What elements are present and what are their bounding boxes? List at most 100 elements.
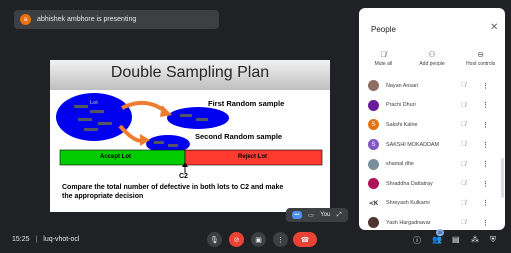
caption-line-1: Compare the total number of defective in… (62, 184, 284, 191)
more-options-icon[interactable]: ⋮ (482, 199, 489, 207)
mic-off-icon[interactable]: 🎙̸ (461, 200, 466, 207)
participant-name: shamal dhe (386, 161, 414, 168)
people-icon[interactable]: 👥 (432, 235, 442, 244)
caption-line-2: the appropriate decision (62, 193, 144, 200)
mic-off-icon[interactable]: 🎙̸ (461, 141, 466, 148)
participant-name: Prachi Dhuri (386, 102, 416, 109)
activities-icon[interactable]: ⁂ (471, 235, 479, 244)
presenter-text: abhishek ambhore is presenting (37, 16, 137, 23)
self-view-label: You (320, 212, 331, 218)
close-icon[interactable]: ✕ (490, 22, 498, 33)
present-icon: ▣ (255, 236, 262, 244)
meeting-code: luq-vhot-ocl (43, 236, 80, 243)
participant-row[interactable]: shamal dhe 🎙̸ ⋮ (359, 154, 505, 174)
lot-item (98, 122, 112, 125)
presenter-avatar: a (20, 14, 31, 25)
participant-row[interactable]: ≺K Shreyash Kulkarni 🎙̸ ⋮ (359, 194, 505, 214)
participant-name: Nayan Ansari (386, 82, 419, 89)
more-vert-icon: ⋮ (277, 236, 284, 244)
lot-label: Lot (90, 100, 98, 106)
accept-lot-label: Accept Lot (100, 154, 132, 160)
mic-off-icon[interactable]: 🎙̸ (461, 161, 466, 168)
screen-share-icon: ▭ (308, 212, 314, 219)
reject-lot-label: Reject Lot (238, 154, 268, 160)
more-options-icon[interactable]: ⋮ (482, 121, 489, 129)
host-controls-icon[interactable]: ⛨ (490, 235, 496, 245)
leave-call-button[interactable]: ☎ (293, 232, 317, 247)
second-sample-label: Second Random sample (195, 132, 283, 141)
more-options-icon[interactable]: ⋮ (482, 219, 489, 227)
people-actions: 🎙̸ Mute all ⚇ Add people ⊖ Host controls (359, 50, 505, 74)
participant-row[interactable]: Yash Hargadnavar 🎙̸ ⋮ (359, 213, 505, 230)
more-options-button[interactable]: ⋮ (273, 232, 288, 247)
presenter-banner: a abhishek ambhore is presenting (14, 10, 219, 29)
avatar (368, 178, 379, 190)
microphone-button[interactable]: 🎙 (207, 232, 222, 247)
sample-item (168, 144, 178, 147)
sample-item (196, 118, 208, 121)
mic-icon: 🎙 (210, 236, 219, 244)
host-controls-label: Host controls (466, 61, 496, 67)
camera-off-button[interactable]: ⊘ (229, 232, 244, 247)
avatar: S (368, 119, 379, 131)
people-panel-title: People (371, 25, 396, 34)
meet-window: a abhishek ambhore is presenting Double … (0, 0, 511, 253)
participant-row[interactable]: Prachi Dhuri 🎙̸ ⋮ (359, 96, 505, 116)
avatar (368, 99, 379, 111)
participant-name: SAKSHI MOKADDAM (386, 141, 440, 148)
host-controls-icon: ⊖ (477, 50, 484, 59)
mic-off-icon[interactable]: 🎙̸ (461, 180, 466, 187)
mic-off-icon[interactable]: 🎙̸ (461, 82, 466, 89)
people-panel: People ✕ 🎙̸ Mute all ⚇ Add people ⊖ Host… (359, 8, 505, 230)
more-options-icon[interactable]: ⋮ (482, 160, 489, 168)
c2-label: C2 (179, 173, 188, 180)
participant-list: Nayan Ansari 🎙̸ ⋮ Prachi Dhuri 🎙̸ ⋮ S Sa… (359, 76, 505, 230)
scrollbar[interactable] (501, 158, 504, 198)
participant-name: Shraddha Dattatray (386, 180, 433, 187)
add-people-label: Add people (419, 61, 445, 67)
mute-all-label: Mute all (374, 61, 393, 67)
expand-icon[interactable]: ⤢ (337, 212, 342, 219)
host-controls-button[interactable]: ⊖ Host controls (457, 50, 505, 74)
more-options-icon[interactable]: ⋮ (482, 101, 489, 109)
participant-row[interactable]: Shraddha Dattatray 🎙̸ ⋮ (359, 174, 505, 194)
avatar (368, 80, 379, 92)
mic-off-icon[interactable]: 🎙̸ (461, 219, 466, 226)
clock-time: 15:25 (12, 236, 30, 243)
avatar (368, 158, 379, 170)
more-options-icon[interactable]: ⋮ (482, 180, 489, 188)
lot-item (74, 105, 88, 108)
add-people-button[interactable]: ⚇ Add people (408, 50, 456, 74)
present-button[interactable]: ▣ (251, 232, 266, 247)
self-view-tile[interactable]: ••• ▭ You ⤢ (286, 208, 348, 222)
participant-name: Yash Hargadnavar (386, 219, 431, 226)
info-icon[interactable]: ⓘ (413, 235, 421, 246)
audio-level-indicator: ••• (292, 211, 302, 219)
mic-off-icon[interactable]: 🎙̸ (461, 102, 466, 109)
participant-name: Sakshi Kalne (386, 121, 418, 128)
mic-off-icon: 🎙̸ (380, 50, 387, 59)
mute-all-button[interactable]: 🎙̸ Mute all (359, 50, 407, 74)
lot-item (78, 118, 92, 121)
lot-label-first: First Random sample (208, 99, 285, 108)
mic-off-icon[interactable]: 🎙̸ (461, 121, 466, 128)
more-options-icon[interactable]: ⋮ (482, 141, 489, 149)
avatar: S (368, 139, 379, 151)
more-options-icon[interactable]: ⋮ (482, 82, 489, 90)
add-person-icon: ⚇ (428, 50, 436, 59)
lot-item (90, 110, 104, 113)
separator: | (35, 236, 38, 243)
lot-item (84, 128, 98, 131)
avatar (368, 217, 379, 229)
shared-slide: Double Sampling Plan First Random sample… (50, 60, 330, 212)
participant-name: Shreyash Kulkarni (386, 200, 430, 207)
participant-row[interactable]: S SAKSHI MOKADDAM 🎙̸ ⋮ (359, 135, 505, 155)
meeting-info: 15:25 | luq-vhot-ocl (12, 236, 79, 243)
participant-row[interactable]: Nayan Ansari 🎙̸ ⋮ (359, 76, 505, 96)
arrow-head (160, 105, 172, 117)
chat-icon[interactable]: ▤ (452, 235, 460, 244)
avatar: ≺K (368, 197, 379, 209)
sample-item (180, 114, 192, 117)
participant-row[interactable]: S Sakshi Kalne 🎙̸ ⋮ (359, 115, 505, 135)
hang-up-icon: ☎ (300, 236, 310, 244)
